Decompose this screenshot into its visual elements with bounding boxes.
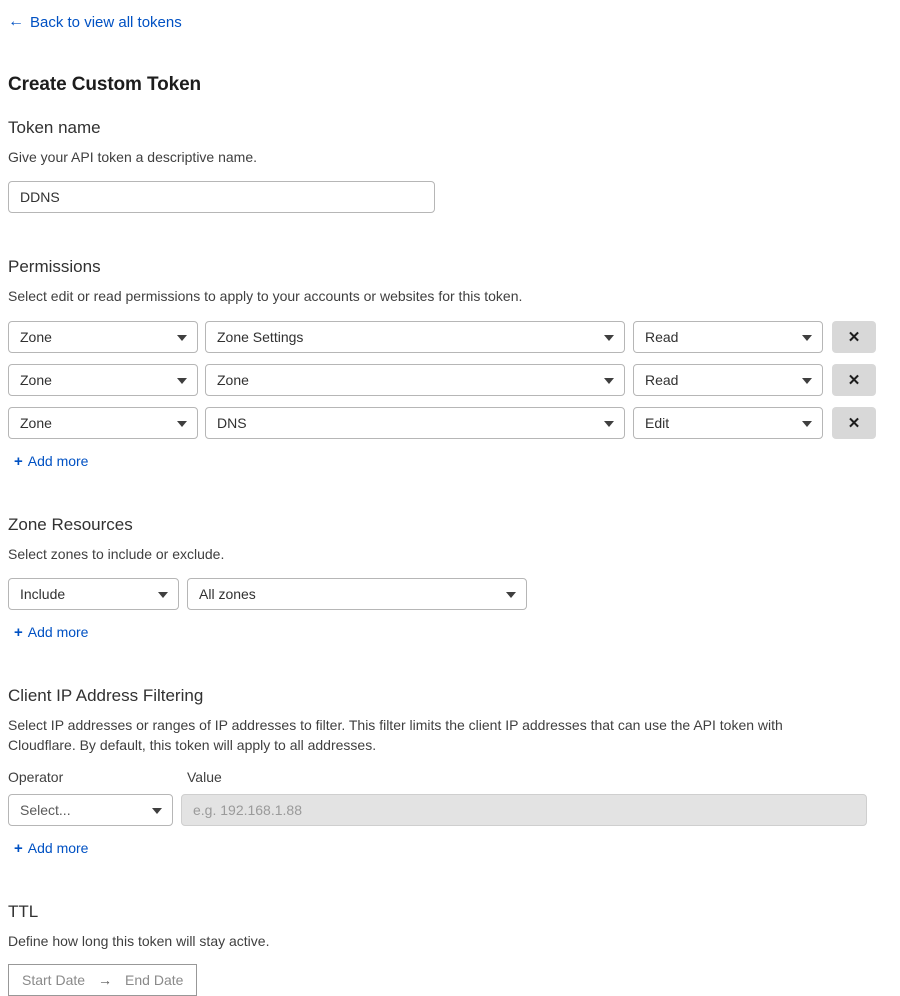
operator-label: Operator bbox=[8, 769, 179, 785]
ip-filtering-description: Select IP addresses or ranges of IP addr… bbox=[8, 715, 823, 755]
permission-row: Zone Zone Settings Read ✕ bbox=[8, 321, 900, 353]
zone-include-select[interactable]: Include bbox=[8, 578, 179, 610]
token-name-input[interactable] bbox=[8, 181, 435, 213]
zone-scope-value: All zones bbox=[199, 586, 256, 602]
zone-include-value: Include bbox=[20, 586, 65, 602]
add-more-ip-filter-link[interactable]: + Add more bbox=[8, 841, 88, 856]
permission-group-value-0: Zone Settings bbox=[217, 329, 303, 345]
permission-scope-value-0: Zone bbox=[20, 329, 52, 345]
permission-level-value-1: Read bbox=[645, 372, 678, 388]
permissions-rows: Zone Zone Settings Read ✕ Zone Zone bbox=[8, 321, 900, 439]
add-more-ip-filter-label: Add more bbox=[28, 841, 89, 855]
permission-group-select-1[interactable]: Zone bbox=[205, 364, 625, 396]
permission-row: Zone Zone Read ✕ bbox=[8, 364, 900, 396]
ttl-end-date-placeholder[interactable]: End Date bbox=[125, 972, 183, 988]
back-to-tokens-link[interactable]: ← Back to view all tokens bbox=[8, 14, 182, 30]
ip-filter-row: Select... bbox=[8, 794, 900, 826]
remove-permission-button-1[interactable]: ✕ bbox=[832, 364, 876, 396]
permission-scope-select-2[interactable]: Zone bbox=[8, 407, 198, 439]
zone-resources-heading: Zone Resources bbox=[8, 515, 900, 535]
chevron-down-icon bbox=[506, 592, 516, 598]
zone-resources-row: Include All zones bbox=[8, 578, 900, 610]
permissions-heading: Permissions bbox=[8, 257, 900, 277]
chevron-down-icon bbox=[158, 592, 168, 598]
close-icon: ✕ bbox=[848, 330, 861, 345]
permission-level-select-2[interactable]: Edit bbox=[633, 407, 823, 439]
permission-group-value-2: DNS bbox=[217, 415, 247, 431]
chevron-down-icon bbox=[177, 335, 187, 341]
arrow-left-icon: ← bbox=[8, 14, 24, 30]
permission-level-select-1[interactable]: Read bbox=[633, 364, 823, 396]
value-label: Value bbox=[187, 769, 222, 785]
chevron-down-icon bbox=[152, 808, 162, 814]
close-icon: ✕ bbox=[848, 373, 861, 388]
permissions-description: Select edit or read permissions to apply… bbox=[8, 286, 823, 306]
token-name-description: Give your API token a descriptive name. bbox=[8, 147, 823, 167]
permission-row: Zone DNS Edit ✕ bbox=[8, 407, 900, 439]
plus-icon: + bbox=[14, 454, 23, 469]
ip-value-input[interactable] bbox=[181, 794, 867, 826]
close-icon: ✕ bbox=[848, 416, 861, 431]
zone-resources-description: Select zones to include or exclude. bbox=[8, 544, 823, 564]
permission-level-value-2: Edit bbox=[645, 415, 669, 431]
add-more-permission-link[interactable]: + Add more bbox=[8, 454, 88, 469]
permission-level-value-0: Read bbox=[645, 329, 678, 345]
permission-level-select-0[interactable]: Read bbox=[633, 321, 823, 353]
ttl-date-range-picker[interactable]: Start Date → End Date bbox=[8, 964, 197, 996]
back-link-label: Back to view all tokens bbox=[30, 15, 182, 30]
ip-field-labels: Operator Value bbox=[8, 769, 900, 785]
ip-operator-select[interactable]: Select... bbox=[8, 794, 173, 826]
ttl-description: Define how long this token will stay act… bbox=[8, 931, 823, 951]
zone-scope-select[interactable]: All zones bbox=[187, 578, 527, 610]
add-more-permission-label: Add more bbox=[28, 454, 89, 468]
add-more-zone-label: Add more bbox=[28, 625, 89, 639]
chevron-down-icon bbox=[177, 421, 187, 427]
add-more-zone-link[interactable]: + Add more bbox=[8, 625, 88, 640]
chevron-down-icon bbox=[604, 335, 614, 341]
chevron-down-icon bbox=[604, 378, 614, 384]
permission-scope-select-1[interactable]: Zone bbox=[8, 364, 198, 396]
create-token-page: ← Back to view all tokens Create Custom … bbox=[0, 0, 900, 996]
ttl-start-date-placeholder[interactable]: Start Date bbox=[22, 972, 85, 988]
chevron-down-icon bbox=[177, 378, 187, 384]
page-title: Create Custom Token bbox=[8, 74, 900, 96]
permission-scope-value-1: Zone bbox=[20, 372, 52, 388]
token-name-heading: Token name bbox=[8, 118, 900, 138]
permission-scope-select-0[interactable]: Zone bbox=[8, 321, 198, 353]
remove-permission-button-2[interactable]: ✕ bbox=[832, 407, 876, 439]
chevron-down-icon bbox=[802, 421, 812, 427]
chevron-down-icon bbox=[802, 335, 812, 341]
permission-scope-value-2: Zone bbox=[20, 415, 52, 431]
ttl-heading: TTL bbox=[8, 902, 900, 922]
ip-operator-value: Select... bbox=[20, 802, 71, 818]
permission-group-value-1: Zone bbox=[217, 372, 249, 388]
remove-permission-button-0[interactable]: ✕ bbox=[832, 321, 876, 353]
chevron-down-icon bbox=[604, 421, 614, 427]
plus-icon: + bbox=[14, 625, 23, 640]
chevron-down-icon bbox=[802, 378, 812, 384]
permission-group-select-0[interactable]: Zone Settings bbox=[205, 321, 625, 353]
plus-icon: + bbox=[14, 841, 23, 856]
arrow-right-icon: → bbox=[98, 972, 112, 988]
permission-group-select-2[interactable]: DNS bbox=[205, 407, 625, 439]
ip-filter-block: Operator Value Select... bbox=[8, 769, 900, 826]
ip-filtering-heading: Client IP Address Filtering bbox=[8, 686, 900, 706]
